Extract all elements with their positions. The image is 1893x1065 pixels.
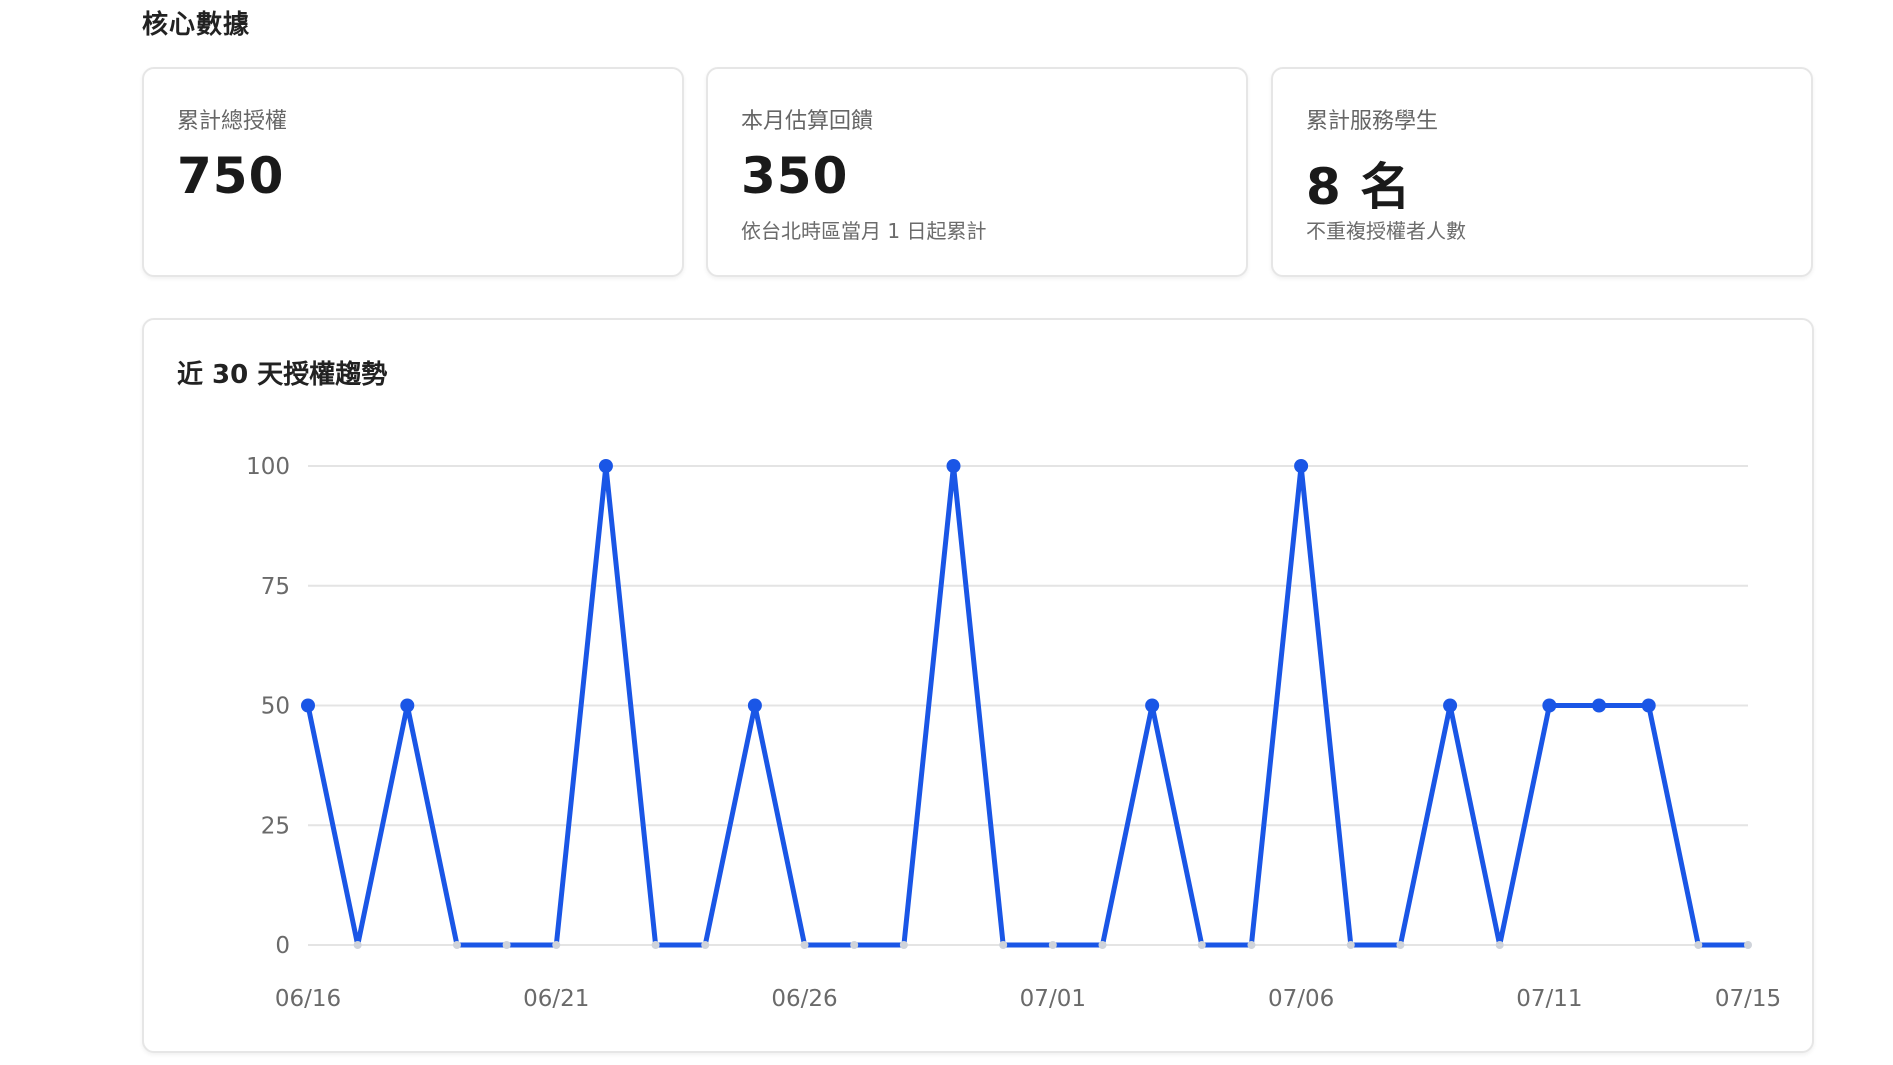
section-title: 核心數據	[142, 10, 251, 40]
x-tick-label: 06/26	[771, 986, 837, 1012]
data-point[interactable]	[400, 698, 415, 713]
data-point[interactable]	[1592, 698, 1607, 713]
data-point[interactable]	[1694, 941, 1703, 949]
data-point[interactable]	[301, 698, 315, 713]
x-tick-label: 07/01	[1020, 986, 1086, 1012]
data-point[interactable]	[1744, 941, 1752, 949]
y-tick-label: 100	[246, 454, 290, 480]
data-point[interactable]	[1098, 941, 1107, 949]
stat-note: 不重複授權者人數	[1306, 219, 1466, 243]
data-point[interactable]	[946, 459, 961, 473]
data-point[interactable]	[1197, 941, 1206, 949]
data-point[interactable]	[452, 941, 461, 949]
data-point[interactable]	[999, 941, 1008, 949]
data-point[interactable]	[1641, 698, 1656, 713]
stat-card-students-served: 累計服務學生 8 名 不重複授權者人數	[1271, 67, 1813, 277]
stat-note: 依台北時區當月 1 日起累計	[741, 219, 987, 243]
trend-chart-card: 近 30 天授權趨勢 0 25 50 75 100 06/16 06/21 06/26 07/0…	[142, 318, 1814, 1053]
data-point[interactable]	[747, 698, 762, 713]
data-point[interactable]	[1145, 698, 1160, 713]
data-point[interactable]	[1048, 941, 1057, 949]
data-point[interactable]	[651, 941, 660, 949]
y-tick-label: 50	[261, 694, 290, 720]
data-point[interactable]	[1443, 698, 1458, 713]
data-point[interactable]	[800, 941, 809, 949]
y-tick-label: 75	[261, 574, 290, 600]
data-point[interactable]	[1294, 459, 1309, 473]
stat-card-total-authorizations: 累計總授權 750	[142, 67, 684, 277]
stat-label: 累計服務學生	[1306, 109, 1439, 134]
data-point[interactable]	[1495, 941, 1504, 949]
data-point[interactable]	[1346, 941, 1355, 949]
data-point[interactable]	[850, 941, 859, 949]
data-point[interactable]	[502, 941, 511, 949]
stat-label: 累計總授權	[177, 109, 288, 134]
data-point[interactable]	[899, 941, 908, 949]
x-tick-label: 06/21	[523, 986, 589, 1012]
stat-label: 本月估算回饋	[741, 109, 874, 134]
data-point[interactable]	[1396, 941, 1405, 949]
data-point[interactable]	[701, 941, 710, 949]
stat-card-monthly-reward: 本月估算回饋 350 依台北時區當月 1 日起累計	[706, 67, 1248, 277]
y-tick-label: 25	[261, 813, 290, 839]
data-point[interactable]	[552, 941, 561, 949]
stat-value: 750	[177, 147, 285, 205]
data-point[interactable]	[353, 941, 362, 949]
x-tick-label: 07/11	[1516, 986, 1582, 1012]
stat-value: 350	[741, 147, 849, 205]
trend-line-chart: 0 25 50 75 100 06/16 06/21 06/26 07/01 07/06 07/11…	[246, 454, 1781, 1012]
data-point[interactable]	[1542, 698, 1557, 713]
x-tick-label: 07/06	[1268, 986, 1334, 1012]
stat-value: 8 名	[1306, 158, 1412, 216]
x-tick-label: 06/16	[275, 986, 341, 1012]
x-tick-label: 07/15	[1715, 986, 1781, 1012]
data-point[interactable]	[1247, 941, 1256, 949]
y-tick-label: 0	[275, 933, 290, 959]
data-point[interactable]	[598, 459, 613, 473]
